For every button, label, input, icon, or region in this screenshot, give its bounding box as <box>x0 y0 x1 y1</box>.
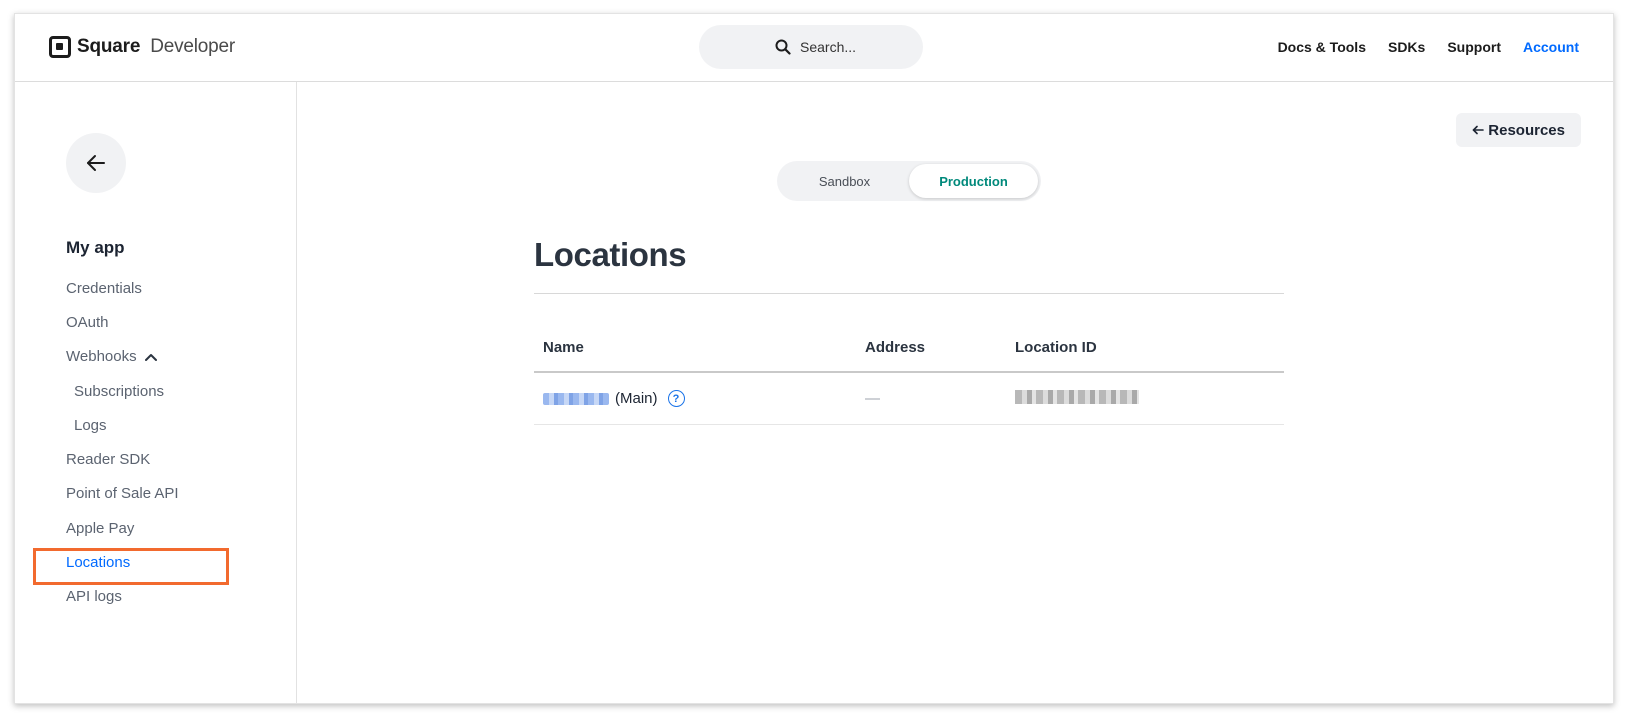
nav-support[interactable]: Support <box>1447 39 1501 55</box>
resources-label: Resources <box>1488 121 1565 139</box>
help-icon[interactable]: ? <box>667 390 685 407</box>
environment-toggle: Sandbox Production <box>777 161 1041 201</box>
sidebar-item-api-logs[interactable]: API logs <box>66 588 122 605</box>
square-developer-logo[interactable]: Square Developer <box>49 36 235 58</box>
top-header: Square Developer Search... Docs & Tools … <box>15 14 1613 82</box>
sidebar-item-reader-sdk[interactable]: Reader SDK <box>66 451 150 468</box>
title-divider <box>534 293 1284 294</box>
redacted-location-name[interactable] <box>543 392 609 405</box>
column-header-name: Name <box>543 339 584 356</box>
app-window: Square Developer Search... Docs & Tools … <box>14 13 1614 704</box>
sidebar-item-webhooks[interactable]: Webhooks <box>66 348 157 365</box>
sidebar: My app Credentials OAuth Webhooks Subscr… <box>15 82 297 703</box>
resources-button[interactable]: Resources <box>1456 113 1581 147</box>
brand-name: Square <box>77 36 141 57</box>
table-row: (Main) ? — <box>534 373 1284 425</box>
nav-sdks[interactable]: SDKs <box>1388 39 1425 55</box>
sidebar-item-label: Webhooks <box>66 348 137 365</box>
square-logo-icon <box>49 36 71 58</box>
location-name-cell: (Main) ? <box>543 390 685 407</box>
sidebar-item-label: Credentials <box>66 280 142 297</box>
page-title: Locations <box>534 236 687 273</box>
sidebar-item-label: API logs <box>66 588 122 605</box>
top-nav: Docs & Tools SDKs Support Account <box>1278 39 1579 55</box>
sidebar-item-oauth[interactable]: OAuth <box>66 314 109 331</box>
search-icon <box>775 39 791 55</box>
sidebar-item-credentials[interactable]: Credentials <box>66 280 142 297</box>
location-id-cell <box>1015 390 1139 404</box>
sidebar-item-label: Apple Pay <box>66 520 135 537</box>
arrow-left-icon <box>87 155 105 171</box>
brand-subtitle: Developer <box>150 36 236 57</box>
main-content: Resources Sandbox Production Locations N… <box>298 82 1613 703</box>
sidebar-item-label: OAuth <box>66 314 109 331</box>
tab-production[interactable]: Production <box>909 164 1038 198</box>
table-header: Name Address Location ID <box>534 329 1284 373</box>
nav-docs-tools[interactable]: Docs & Tools <box>1278 39 1366 55</box>
back-button[interactable] <box>66 133 126 193</box>
nav-account[interactable]: Account <box>1523 39 1579 55</box>
search-placeholder: Search... <box>800 39 857 55</box>
chevron-up-icon[interactable] <box>144 353 157 361</box>
locations-highlight-annotation <box>33 548 229 585</box>
sidebar-item-label: Reader SDK <box>66 451 151 468</box>
sidebar-item-label: Logs <box>74 417 107 434</box>
locations-table: Name Address Location ID (Main) ? — <box>534 329 1284 425</box>
sidebar-item-apple-pay[interactable]: Apple Pay <box>66 520 134 537</box>
redacted-location-id <box>1015 390 1139 404</box>
sidebar-item-subscriptions[interactable]: Subscriptions <box>74 383 164 400</box>
sidebar-item-label: Point of Sale API <box>66 485 179 502</box>
column-header-location-id: Location ID <box>1015 339 1097 356</box>
search-bar[interactable]: Search... <box>699 25 923 69</box>
column-header-address: Address <box>865 339 926 356</box>
location-main-suffix: (Main) <box>615 390 658 407</box>
sidebar-app-title: My app <box>66 238 125 257</box>
arrow-left-icon <box>1472 125 1485 135</box>
tab-sandbox[interactable]: Sandbox <box>780 164 909 198</box>
sidebar-item-logs[interactable]: Logs <box>74 417 107 434</box>
sidebar-item-label: Subscriptions <box>74 383 165 400</box>
location-address-cell: — <box>865 390 880 407</box>
sidebar-item-point-of-sale-api[interactable]: Point of Sale API <box>66 485 179 502</box>
